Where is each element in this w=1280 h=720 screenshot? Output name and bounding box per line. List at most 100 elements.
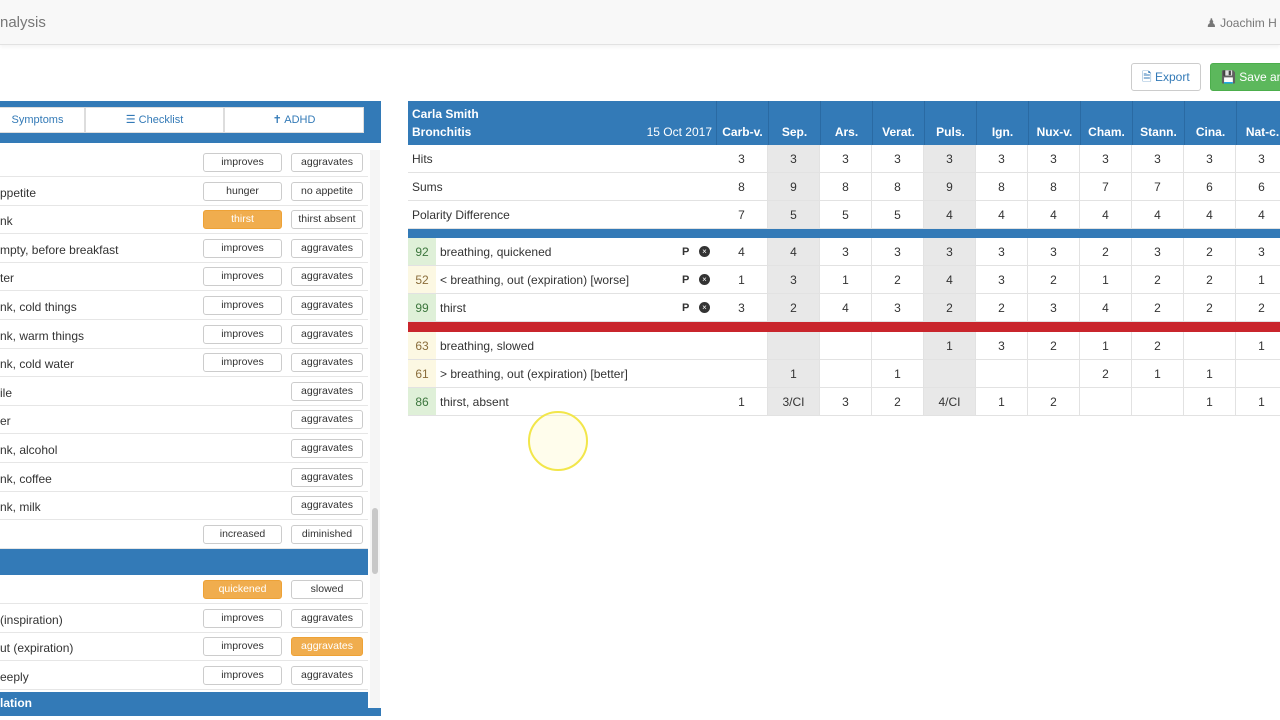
score-cell: 3 [976, 145, 1028, 173]
score-cell: 1 [1080, 332, 1132, 360]
score-cell: 2 [976, 294, 1028, 322]
score-cell: 5 [872, 201, 924, 229]
remove-icon[interactable]: × [699, 274, 710, 285]
option-button[interactable]: aggravates [291, 439, 363, 458]
remedy-header[interactable]: Ign. [976, 101, 1028, 145]
symptom-row: eeply improves aggravates [0, 662, 368, 690]
option-button[interactable]: improves [203, 267, 282, 287]
user-menu[interactable]: ♟ Joachim H [1206, 16, 1277, 30]
option-button[interactable]: improves [203, 296, 282, 315]
option-button[interactable]: aggravates [291, 608, 363, 628]
score-cell: 3 [1236, 145, 1280, 173]
export-label: Export [1155, 70, 1190, 84]
option-button[interactable]: improves [203, 153, 282, 172]
save-button[interactable]: 💾 Save an [1210, 63, 1280, 91]
option-button[interactable]: aggravates [291, 410, 363, 430]
rubric-row[interactable]: 52 < breathing, out (expiration) [worse] P… [408, 266, 716, 294]
option-button[interactable]: aggravates [291, 637, 363, 657]
option-button[interactable]: thirst [203, 210, 282, 230]
score-cell [1132, 388, 1184, 416]
option-button[interactable]: improves [203, 238, 282, 258]
option-button[interactable]: improves [203, 324, 282, 344]
symptom-row: ter improves aggravates [0, 263, 368, 292]
score-cell: 8 [716, 173, 768, 201]
tab-adhd[interactable]: ✝ ADHD [224, 107, 364, 133]
rubric-row[interactable]: 61 > breathing, out (expiration) [better] [408, 360, 716, 388]
option-button[interactable]: improves [203, 608, 282, 628]
score-cell: 2 [1236, 294, 1280, 322]
remedy-header[interactable]: Nat-c. [1236, 101, 1280, 145]
rubric-label: breathing, quickened [440, 245, 552, 259]
option-button[interactable]: aggravates [291, 353, 363, 373]
scrollbar[interactable] [370, 150, 380, 710]
polarity-marker[interactable]: P [682, 294, 689, 322]
score-cell: 1 [1132, 360, 1184, 388]
tab-symptoms[interactable]: Symptoms [0, 107, 85, 133]
score-cell [768, 332, 820, 360]
score-cell: 2 [1184, 294, 1236, 322]
remedy-header[interactable]: Stann. [1132, 101, 1184, 145]
rubric-row[interactable]: 99 thirst P × [408, 294, 716, 322]
polarity-marker[interactable]: P [682, 238, 689, 266]
user-name: Joachim H [1220, 16, 1277, 30]
score-cell: 3 [924, 238, 976, 266]
remove-icon[interactable]: × [699, 302, 710, 313]
section-header[interactable] [0, 549, 368, 575]
option-button[interactable]: quickened [203, 580, 282, 599]
score-cell: 2 [1028, 388, 1080, 416]
summary-label: Polarity Difference [408, 201, 716, 229]
option-button[interactable]: hunger [203, 181, 282, 201]
score-cell: 7 [1132, 173, 1184, 201]
score-cell: 1 [820, 266, 872, 294]
remove-icon[interactable]: × [699, 246, 710, 257]
option-button[interactable]: aggravates [291, 381, 363, 401]
tab-checklist[interactable]: ☰ Checklist [85, 107, 224, 133]
option-button[interactable]: aggravates [291, 267, 363, 287]
rubric-score: 61 [408, 360, 436, 387]
option-button[interactable]: aggravates [291, 238, 363, 258]
symptom-row: mpty, before breakfast improves aggravates [0, 235, 368, 263]
remedy-header[interactable]: Sep. [768, 101, 820, 145]
score-cell: 9 [924, 173, 976, 201]
option-button[interactable]: aggravates [291, 467, 363, 487]
option-button[interactable]: aggravates [291, 496, 363, 516]
option-button[interactable]: improves [203, 353, 282, 373]
score-cell: 4 [1184, 201, 1236, 229]
rubric-row[interactable]: 63 breathing, slowed [408, 332, 716, 360]
option-button[interactable]: aggravates [291, 324, 363, 344]
remedy-header[interactable]: Cina. [1184, 101, 1236, 145]
symptom-label: nk, warm things [0, 328, 85, 343]
option-button[interactable]: improves [203, 637, 282, 657]
score-cell: 3 [1028, 294, 1080, 322]
score-cell: 3 [1132, 145, 1184, 173]
export-button[interactable]: 🗎 Export [1131, 63, 1201, 91]
app-title: nalysis [0, 14, 46, 31]
option-button[interactable]: aggravates [291, 296, 363, 315]
score-cell: 3 [820, 238, 872, 266]
option-button[interactable]: aggravates [291, 665, 363, 685]
score-cell: 5 [820, 201, 872, 229]
symptom-label: nk [0, 214, 13, 229]
remedy-header[interactable]: Carb-v. [716, 101, 768, 145]
remedy-header[interactable]: Ars. [820, 101, 872, 145]
score-cell: 2 [768, 294, 820, 322]
option-button[interactable]: increased [203, 524, 282, 544]
symptom-row: ile aggravates [0, 378, 368, 406]
remedy-header[interactable]: Puls. [924, 101, 976, 145]
option-button[interactable]: no appetite [291, 181, 363, 201]
scrollbar-thumb[interactable] [372, 508, 378, 574]
option-button[interactable]: improves [203, 665, 282, 685]
score-cell: 3 [768, 266, 820, 294]
symptom-row: nk, alcohol aggravates [0, 435, 368, 463]
option-button[interactable]: aggravates [291, 153, 363, 172]
remedy-header[interactable]: Cham. [1080, 101, 1132, 145]
remedy-header[interactable]: Verat. [872, 101, 924, 145]
score-cell: 3 [976, 332, 1028, 360]
polarity-marker[interactable]: P [682, 266, 689, 294]
option-button[interactable]: thirst absent [291, 210, 363, 230]
rubric-row[interactable]: 92 breathing, quickened P × [408, 238, 716, 266]
remedy-header[interactable]: Nux-v. [1028, 101, 1080, 145]
option-button[interactable]: diminished [291, 524, 363, 544]
score-cell: 1 [716, 388, 768, 416]
option-button[interactable]: slowed [291, 580, 363, 599]
